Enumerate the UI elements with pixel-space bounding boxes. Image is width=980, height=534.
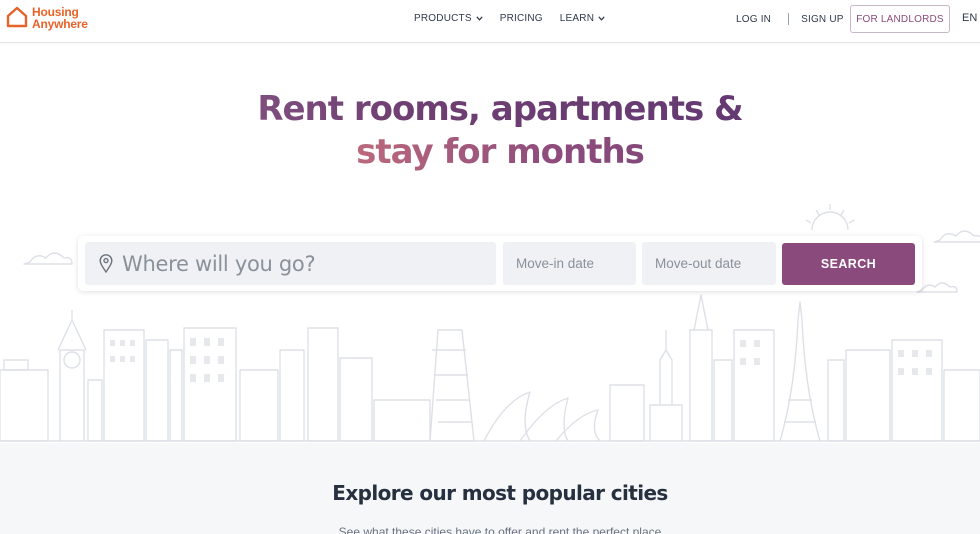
nav-learn-label: LEARN: [559, 13, 595, 24]
top-navigation-bar: Housing Anywhere PRODUCTS PRICING LEARN …: [0, 0, 980, 43]
main-nav: PRODUCTS PRICING LEARN: [414, 13, 605, 24]
popular-cities-subtitle: See what these cities have to offer and …: [338, 525, 662, 534]
opera-house-illustration: [483, 391, 601, 442]
for-landlords-button[interactable]: FOR LANDLORDS: [850, 5, 950, 33]
cloud-illustration: [933, 230, 980, 243]
nav-products[interactable]: PRODUCTS: [414, 13, 483, 24]
hero-headline-line-1: Rent rooms, apartments &: [0, 88, 980, 131]
nav-pricing-label: PRICING: [499, 13, 543, 24]
statue-of-liberty-illustration: [649, 330, 683, 441]
location-pin-icon: [99, 254, 113, 273]
leaning-tower-illustration: [429, 329, 475, 442]
hero-headline-line-2: stay for months: [0, 131, 980, 174]
move-in-date-field[interactable]: Move-in date: [503, 242, 636, 285]
search-bar: Where will you go? Move-in date Move-out…: [78, 236, 922, 291]
nav-learn[interactable]: LEARN: [560, 13, 605, 24]
cloud-illustration: [916, 282, 958, 293]
housing-anywhere-logo[interactable]: Housing Anywhere: [6, 6, 88, 30]
signup-link[interactable]: SIGN UP: [801, 14, 844, 25]
big-ben-illustration: [57, 310, 87, 441]
sun-illustration: [805, 204, 855, 231]
nav-divider: [788, 13, 790, 25]
popular-cities-section: Explore our most popular cities See what…: [0, 443, 980, 534]
language-selector[interactable]: EN: [962, 12, 977, 24]
eiffel-tower-illustration: [779, 301, 821, 442]
search-button[interactable]: SEARCH: [782, 243, 915, 285]
nav-products-label: PRODUCTS: [414, 13, 472, 24]
chevron-down-icon: [598, 16, 605, 21]
nav-pricing[interactable]: PRICING: [500, 13, 543, 24]
chevron-down-icon: [476, 16, 483, 21]
destination-placeholder: Where will you go?: [122, 251, 316, 276]
logo-line-2: Anywhere: [32, 17, 88, 31]
cloud-illustration: [23, 252, 73, 265]
move-out-placeholder: Move-out date: [655, 256, 742, 271]
house-logo-icon: [6, 6, 28, 28]
destination-search-input[interactable]: Where will you go?: [85, 242, 496, 285]
login-link[interactable]: LOG IN: [736, 14, 771, 25]
hero-headline: Rent rooms, apartments & stay for months: [0, 88, 980, 174]
popular-cities-title: Explore our most popular cities: [332, 481, 668, 505]
move-out-date-field[interactable]: Move-out date: [642, 242, 776, 285]
account-nav: LOG IN SIGN UP: [736, 13, 844, 25]
logo-wordmark: Housing Anywhere: [32, 6, 88, 30]
move-in-placeholder: Move-in date: [516, 256, 595, 271]
